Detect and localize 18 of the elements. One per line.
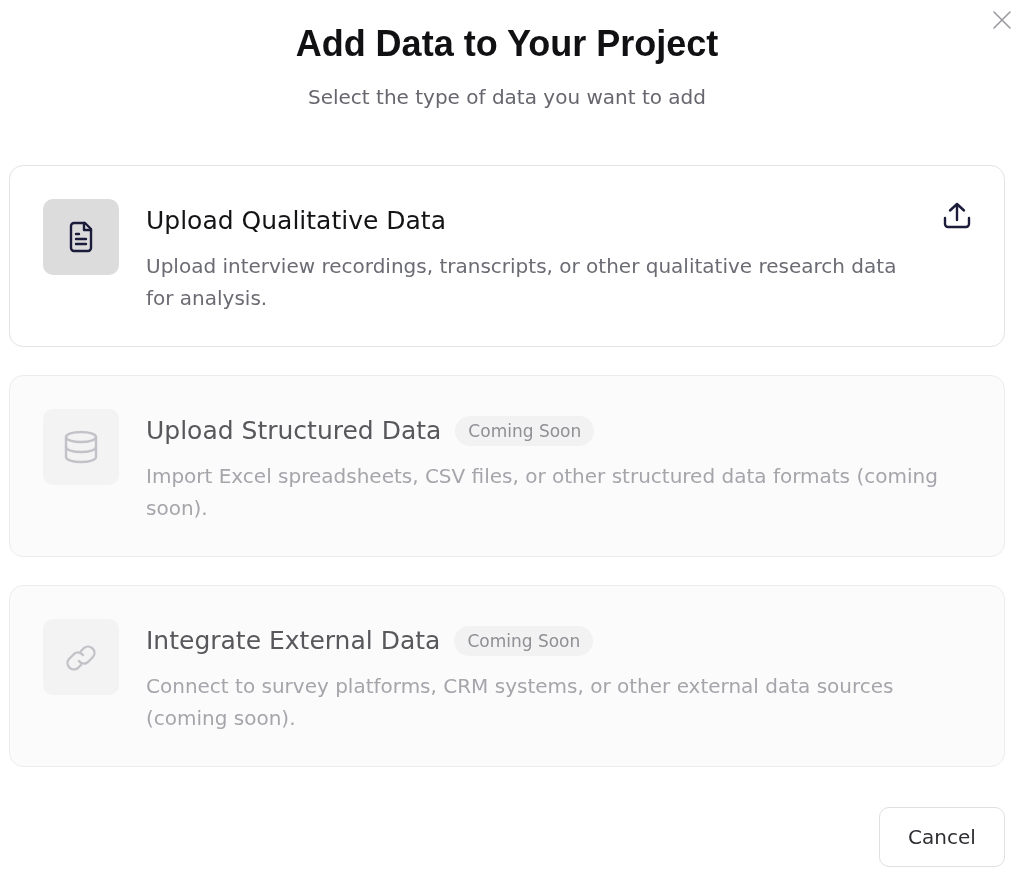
dialog-title: Add Data to Your Project: [294, 24, 720, 64]
upload-icon: [943, 202, 971, 229]
option-card[interactable]: Upload Qualitative Data Upload interview recordings, transcripts, or other qualitative research data for analysis.: [9, 165, 1005, 347]
dialog-subtitle: Select the type of data you want to add: [307, 84, 707, 111]
close-icon: [993, 11, 1011, 29]
cancel-button[interactable]: Cancel: [879, 807, 1005, 867]
option-description: Upload interview recordings, transcripts, or other qualitative research data for analysis.: [146, 253, 898, 312]
status-badge: Coming Soon: [455, 416, 595, 446]
option-title: Upload Qualitative Data: [146, 205, 446, 237]
link-icon: [43, 619, 119, 695]
close-button[interactable]: [993, 11, 1011, 29]
option-title: Integrate External Data: [146, 625, 441, 657]
option-title: Upload Structured Data: [146, 415, 442, 447]
status-badge: Coming Soon: [454, 626, 594, 656]
option-description: Connect to survey platforms, CRM systems, or other external data sources (coming soon).: [146, 673, 895, 732]
option-description: Import Excel spreadsheets, CSV files, or other structured data formats (coming soon).: [146, 463, 939, 522]
database-icon: [43, 409, 119, 485]
document-icon: [43, 199, 119, 275]
